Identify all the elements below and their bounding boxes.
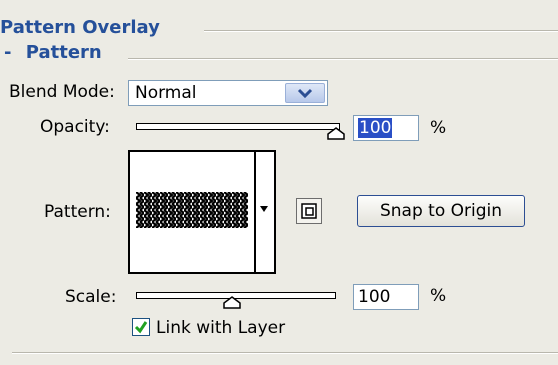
pattern-label: Pattern: [44,202,111,222]
blend-mode-select[interactable]: Normal [128,80,328,106]
subsection-title: Pattern [25,42,102,63]
link-with-layer-label: Link with Layer [156,318,286,338]
blend-mode-label: Blend Mode: [9,82,115,102]
opacity-value: 100 [358,118,393,138]
subsection-heading: - Pattern [4,42,102,63]
slider-thumb-icon[interactable] [223,296,241,309]
subsection-prefix: - [4,42,12,63]
subsection-divider [128,58,558,60]
pattern-swatch [136,192,248,228]
link-with-layer-checkbox[interactable] [132,318,150,336]
scale-unit: % [430,286,447,306]
snap-to-origin-button[interactable]: Snap to Origin [357,195,525,227]
scale-value: 100 [358,287,391,307]
checkmark-icon [134,321,148,334]
opacity-slider-track[interactable] [136,123,340,130]
bottom-divider [12,352,558,354]
opacity-unit: % [430,118,447,138]
new-preset-icon [301,203,317,219]
opacity-input[interactable]: 100 [353,115,419,141]
chevron-down-icon [297,88,313,99]
slider-thumb-icon[interactable] [327,127,345,140]
pattern-menu-arrow-icon[interactable] [258,205,270,213]
scale-label: Scale: [65,287,117,307]
opacity-label: Opacity: [40,117,110,137]
pattern-picker[interactable] [128,150,276,274]
new-preset-button[interactable] [296,198,322,224]
blend-mode-dropdown-button[interactable] [285,83,325,103]
title-divider [204,30,558,32]
panel-title: Pattern Overlay [0,17,160,38]
pattern-picker-divider [254,152,256,272]
blend-mode-value: Normal [135,83,197,103]
scale-input[interactable]: 100 [353,284,419,310]
